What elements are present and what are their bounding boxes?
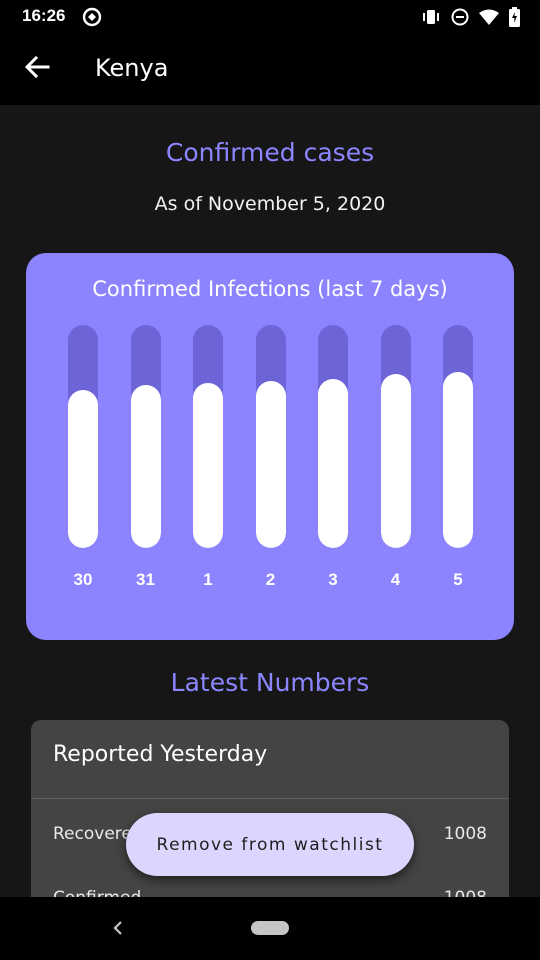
chart-bar: [443, 372, 473, 548]
chart-bar-track: [68, 325, 98, 548]
chart-bar: [130, 385, 161, 548]
battery-icon: [509, 7, 520, 27]
remove-from-watchlist-button[interactable]: Remove from watchlist: [126, 813, 414, 876]
wifi-icon: [479, 9, 499, 25]
chart-tick-label: 4: [390, 570, 401, 589]
confirmed-label: Confirmed: [53, 888, 141, 897]
confirmed-value: 1008: [444, 888, 487, 897]
status-icons: [421, 6, 520, 28]
chart-bar-track: [443, 325, 473, 548]
chart-bar: [380, 374, 411, 548]
chart-bar: [318, 379, 348, 548]
chart-tick-label: 1: [203, 570, 213, 589]
chart-bar-track: [380, 325, 411, 548]
chart-bar-track: [193, 325, 223, 548]
vibrate-icon: [421, 8, 441, 26]
chart-tick-label: 30: [73, 570, 93, 589]
nav-back-icon[interactable]: [107, 917, 129, 939]
recovered-value: 1008: [443, 824, 487, 844]
back-button[interactable]: [18, 50, 56, 88]
chart-tick-label: 31: [136, 570, 155, 589]
page-title: Kenya: [95, 54, 169, 82]
infections-chart-card: Confirmed Infections (last 7 days) 30 31 1…: [26, 253, 514, 640]
do-not-disturb-icon: [451, 8, 469, 26]
confirmed-cases-heading: Confirmed cases: [165, 138, 375, 167]
app-notification-icon: [82, 7, 102, 27]
chart-bar-track: [130, 325, 161, 548]
chart-tick-label: 2: [265, 570, 276, 589]
system-nav-bar: [0, 897, 540, 960]
chart-bar: [193, 383, 223, 548]
chart-title: Confirmed Infections (last 7 days): [92, 277, 448, 301]
nav-home-pill-icon[interactable]: [251, 921, 289, 935]
as-of-date: As of November 5, 2020: [154, 193, 386, 215]
app-bar: Kenya: [0, 34, 540, 105]
reported-yesterday-header: Reported Yesterday: [53, 742, 268, 767]
chart-bar-track: [318, 325, 348, 548]
status-time: 16:26: [22, 6, 66, 25]
chart-tick-label: 3: [328, 570, 338, 589]
arrow-back-icon: [24, 55, 50, 82]
chart-bar: [255, 381, 286, 548]
main-content[interactable]: Confirmed cases As of November 5, 2020 C…: [0, 105, 540, 897]
status-bar: 16:26: [0, 0, 540, 34]
divider: [31, 798, 509, 799]
chart-bar: [68, 390, 98, 548]
chart-tick-label: 5: [453, 570, 463, 589]
chart-bar-track: [255, 325, 286, 548]
latest-numbers-heading: Latest Numbers: [170, 668, 370, 697]
